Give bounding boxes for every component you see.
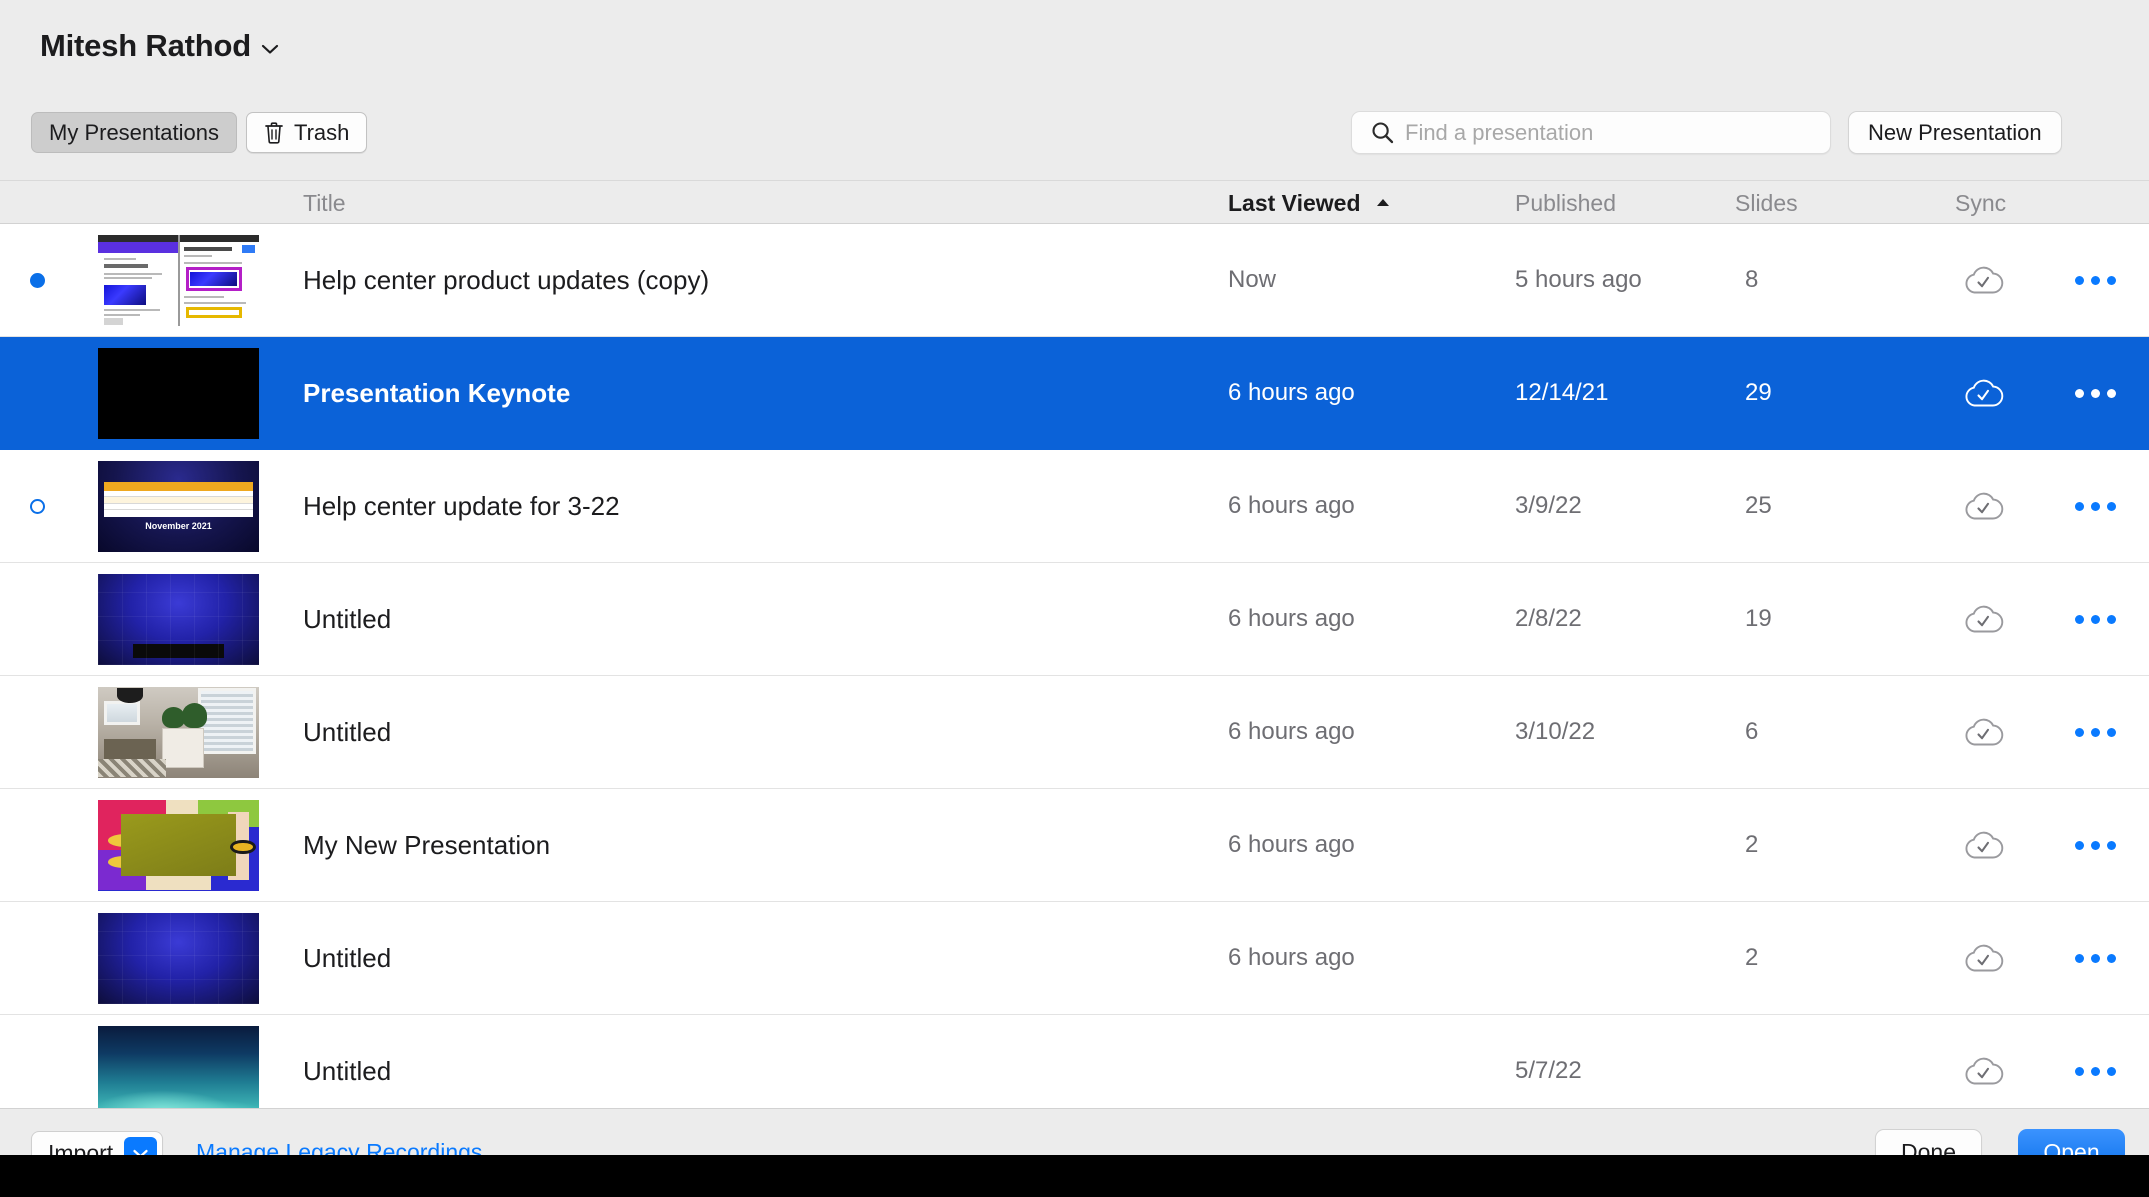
row-slides: 29 <box>1745 379 1772 406</box>
thumbnail <box>98 347 259 439</box>
cloud-check-icon[interactable] <box>1962 376 2004 410</box>
caret-up-icon <box>1376 186 1390 213</box>
new-presentation-label: New Presentation <box>1868 119 2042 145</box>
presentation-manager-window: Mitesh Rathod My Presentations Trash Fin… <box>0 0 2149 1197</box>
cloud-check-icon[interactable] <box>1962 715 2004 749</box>
account-menu[interactable]: Mitesh Rathod <box>40 28 279 64</box>
row-last-viewed: 6 hours ago <box>1228 718 1355 745</box>
row-last-viewed: 6 hours ago <box>1228 379 1355 406</box>
thumbnail <box>98 912 259 1004</box>
row-title: Help center update for 3-22 <box>303 490 620 521</box>
chevron-down-icon <box>261 43 279 55</box>
row-published: 5 hours ago <box>1515 266 1642 293</box>
row-title: Help center product updates (copy) <box>303 264 710 295</box>
unread-dot-icon <box>29 498 45 514</box>
row-published: 5/7/22 <box>1515 1057 1582 1084</box>
row-last-viewed: 6 hours ago <box>1228 831 1355 858</box>
thumbnail <box>98 1025 259 1108</box>
cloud-check-icon[interactable] <box>1962 941 2004 975</box>
cloud-check-icon[interactable] <box>1962 828 2004 862</box>
row-title: Untitled <box>303 942 392 973</box>
watermark-icon <box>240 535 251 546</box>
tab-my-presentations-label: My Presentations <box>49 119 219 145</box>
ellipsis-icon[interactable] <box>2075 1066 2116 1076</box>
table-row[interactable]: Untitled 6 hours ago 3/10/22 6 <box>0 676 2149 789</box>
thumbnail <box>98 234 259 326</box>
watermark-icon <box>240 422 251 433</box>
search-input[interactable] <box>1405 119 1818 146</box>
status-dot-cell <box>22 498 52 514</box>
unread-dot-icon <box>29 272 45 288</box>
thumbnail: November 2021 <box>98 460 259 552</box>
presentation-list[interactable]: Help center product updates (copy) Now 5… <box>0 224 2149 1108</box>
new-presentation-button[interactable]: New Presentation <box>1848 111 2062 154</box>
thumbnail <box>98 799 259 891</box>
row-title: Presentation Keynote <box>303 377 571 408</box>
row-slides: 2 <box>1745 944 1759 971</box>
column-header-last-viewed[interactable]: Last Viewed <box>1228 190 1390 217</box>
account-name: Mitesh Rathod <box>40 28 251 63</box>
row-slides: 6 <box>1745 718 1759 745</box>
tab-trash[interactable]: Trash <box>245 112 368 153</box>
status-dot-cell <box>22 272 52 288</box>
table-row[interactable]: Untitled 5/7/22 <box>0 1015 2149 1108</box>
window-header: Mitesh Rathod My Presentations Trash Fin… <box>0 0 2149 180</box>
cloud-check-icon[interactable] <box>1962 263 2004 297</box>
watermark-icon <box>240 648 251 659</box>
thumbnail <box>98 573 259 665</box>
watermark-icon <box>240 761 251 772</box>
table-row[interactable]: Untitled 6 hours ago 2/8/22 19 <box>0 563 2149 676</box>
row-last-viewed: 6 hours ago <box>1228 605 1355 632</box>
thumbnail <box>98 686 259 778</box>
cloud-check-icon[interactable] <box>1962 602 2004 636</box>
column-header-sync[interactable]: Sync <box>1955 190 2006 217</box>
column-header-published[interactable]: Published <box>1515 190 1616 217</box>
table-row[interactable]: Untitled 6 hours ago 2 <box>0 902 2149 1015</box>
row-published: 3/10/22 <box>1515 718 1596 745</box>
row-published: 12/14/21 <box>1515 379 1609 406</box>
ellipsis-icon[interactable] <box>2075 388 2116 398</box>
column-header-row: Title Last Viewed Published Slides Sync <box>0 180 2149 224</box>
search-icon <box>1371 121 1394 144</box>
ellipsis-icon[interactable] <box>2075 501 2116 511</box>
view-tabs: My Presentations Trash <box>31 112 368 153</box>
row-slides: 8 <box>1745 266 1759 293</box>
tab-my-presentations[interactable]: My Presentations <box>31 112 237 153</box>
watermark-icon <box>240 874 251 885</box>
ellipsis-icon[interactable] <box>2075 275 2116 285</box>
search-field[interactable] <box>1351 111 1831 154</box>
trash-icon <box>264 121 284 145</box>
column-header-slides[interactable]: Slides <box>1735 190 1798 217</box>
row-title: My New Presentation <box>303 829 551 860</box>
table-row[interactable]: Presentation Keynote 6 hours ago 12/14/2… <box>0 337 2149 450</box>
row-last-viewed: Now <box>1228 266 1277 293</box>
row-published: 3/9/22 <box>1515 492 1582 519</box>
row-title: Untitled <box>303 603 392 634</box>
table-row[interactable]: November 2021 Help center update for 3-2… <box>0 450 2149 563</box>
row-published: 2/8/22 <box>1515 605 1582 632</box>
ellipsis-icon[interactable] <box>2075 614 2116 624</box>
row-last-viewed: 6 hours ago <box>1228 492 1355 519</box>
row-slides: 25 <box>1745 492 1772 519</box>
table-row[interactable]: My New Presentation 6 hours ago 2 <box>0 789 2149 902</box>
column-header-title[interactable]: Title <box>303 190 346 217</box>
row-title: Untitled <box>303 1055 392 1086</box>
watermark-icon <box>240 987 251 998</box>
row-last-viewed: 6 hours ago <box>1228 944 1355 971</box>
ellipsis-icon[interactable] <box>2075 840 2116 850</box>
table-row[interactable]: Help center product updates (copy) Now 5… <box>0 224 2149 337</box>
watermark-icon <box>240 1100 251 1108</box>
row-slides: 19 <box>1745 605 1772 632</box>
tab-trash-label: Trash <box>293 119 350 145</box>
ellipsis-icon[interactable] <box>2075 953 2116 963</box>
row-slides: 2 <box>1745 831 1759 858</box>
cloud-check-icon[interactable] <box>1962 1054 2004 1088</box>
watermark-icon <box>240 309 251 320</box>
cloud-check-icon[interactable] <box>1962 489 2004 523</box>
column-header-last-viewed-label: Last Viewed <box>1228 190 1361 216</box>
row-title: Untitled <box>303 716 392 747</box>
ellipsis-icon[interactable] <box>2075 727 2116 737</box>
screen-bottom-bezel <box>0 1155 2149 1197</box>
